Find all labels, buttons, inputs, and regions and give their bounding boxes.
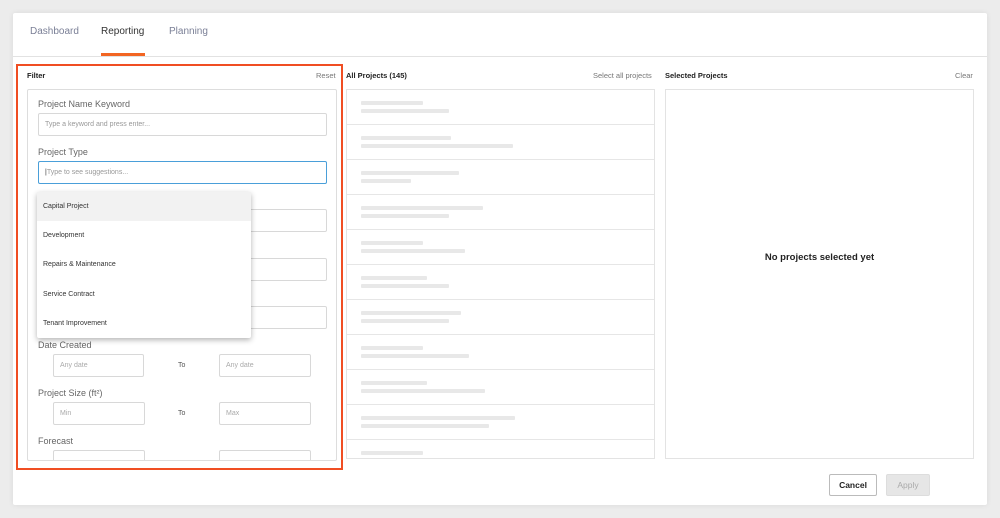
loading-placeholder bbox=[361, 241, 423, 245]
tab-planning[interactable]: Planning bbox=[169, 26, 208, 37]
cancel-button[interactable]: Cancel bbox=[829, 474, 877, 496]
tab-dashboard[interactable]: Dashboard bbox=[30, 26, 79, 37]
loading-placeholder bbox=[361, 276, 427, 280]
list-item[interactable] bbox=[347, 335, 654, 370]
list-item[interactable] bbox=[347, 195, 654, 230]
all-projects-list bbox=[346, 89, 655, 459]
apply-button[interactable]: Apply bbox=[886, 474, 930, 496]
list-item[interactable] bbox=[347, 230, 654, 265]
loading-placeholder bbox=[361, 171, 459, 175]
selected-projects-title: Selected Projects bbox=[665, 71, 728, 80]
loading-placeholder bbox=[361, 214, 449, 218]
list-item[interactable] bbox=[347, 405, 654, 440]
loading-placeholder bbox=[361, 311, 461, 315]
loading-placeholder bbox=[361, 416, 515, 420]
list-item[interactable] bbox=[347, 300, 654, 335]
loading-placeholder bbox=[361, 389, 485, 393]
loading-placeholder bbox=[361, 249, 465, 253]
loading-placeholder bbox=[361, 109, 449, 113]
loading-placeholder bbox=[361, 136, 451, 140]
clear-link[interactable]: Clear bbox=[955, 71, 973, 80]
tab-reporting[interactable]: Reporting bbox=[101, 26, 144, 37]
select-all-link[interactable]: Select all projects bbox=[593, 71, 652, 80]
loading-placeholder bbox=[361, 144, 513, 148]
loading-placeholder bbox=[361, 424, 489, 428]
list-item[interactable] bbox=[347, 370, 654, 405]
list-item[interactable] bbox=[347, 440, 654, 458]
list-item[interactable] bbox=[347, 265, 654, 300]
list-item[interactable] bbox=[347, 125, 654, 160]
loading-placeholder bbox=[361, 381, 427, 385]
filter-highlight-outline bbox=[16, 64, 343, 470]
loading-placeholder bbox=[361, 346, 423, 350]
active-tab-indicator bbox=[101, 53, 145, 56]
loading-placeholder bbox=[361, 101, 423, 105]
selected-projects-panel: No projects selected yet bbox=[665, 89, 974, 459]
all-projects-title: All Projects (145) bbox=[346, 71, 407, 80]
loading-placeholder bbox=[361, 206, 483, 210]
loading-placeholder bbox=[361, 284, 449, 288]
loading-placeholder bbox=[361, 451, 423, 455]
loading-placeholder bbox=[361, 354, 469, 358]
list-item[interactable] bbox=[347, 90, 654, 125]
loading-placeholder bbox=[361, 319, 449, 323]
loading-placeholder bbox=[361, 179, 411, 183]
empty-state-message: No projects selected yet bbox=[764, 252, 875, 263]
list-item[interactable] bbox=[347, 160, 654, 195]
tab-bar: Dashboard Reporting Planning bbox=[13, 13, 987, 57]
